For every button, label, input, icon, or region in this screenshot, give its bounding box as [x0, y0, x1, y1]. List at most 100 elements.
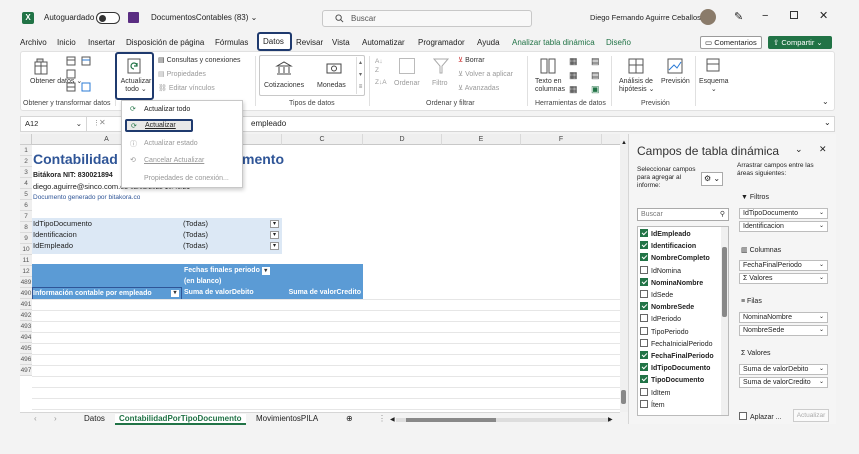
- field-item[interactable]: NombreSede: [640, 302, 694, 314]
- filter-label[interactable]: Identificacion: [33, 229, 77, 240]
- row-header[interactable]: 2: [20, 156, 32, 167]
- close-icon[interactable]: ✕: [819, 9, 828, 22]
- field-checkbox[interactable]: [640, 375, 648, 384]
- pivot-col-value[interactable]: (en blanco): [184, 276, 221, 287]
- field-checkbox[interactable]: [640, 351, 648, 359]
- row-header[interactable]: 1: [20, 145, 32, 156]
- field-item[interactable]: Ítem: [640, 399, 665, 412]
- nit-cell[interactable]: Bitákora NIT: 830021894: [33, 170, 113, 181]
- consolidate-icon[interactable]: ▤: [591, 57, 600, 66]
- column-header-d[interactable]: D: [363, 134, 442, 145]
- field-checkbox[interactable]: [640, 265, 648, 274]
- row-header[interactable]: 3: [20, 167, 32, 178]
- menu-item-revisar[interactable]: Revisar: [296, 38, 323, 47]
- from-range-icon[interactable]: [81, 82, 91, 92]
- field-item[interactable]: IdPeriodo: [640, 314, 681, 326]
- tabs-menu-icon[interactable]: ⋮: [378, 414, 386, 423]
- row-header[interactable]: 494: [20, 332, 32, 343]
- field-checkbox[interactable]: [640, 338, 648, 347]
- stocks-button[interactable]: Cotizaciones: [264, 82, 304, 90]
- search-box[interactable]: Buscar: [322, 10, 532, 27]
- column-header-f[interactable]: F: [521, 134, 602, 145]
- filters-item-1[interactable]: IdTipoDocumento ⌄: [739, 208, 828, 219]
- filters-item-2[interactable]: Identificacion ⌄: [739, 221, 828, 232]
- field-item[interactable]: FechaFinalPeriodo: [640, 351, 714, 363]
- columns-item-2[interactable]: Σ Valores ⌄: [739, 273, 828, 284]
- scroll-up-icon[interactable]: ▲: [620, 140, 628, 146]
- tab-datos[interactable]: Datos: [263, 37, 284, 46]
- vertical-scrollbar[interactable]: ▲: [620, 140, 628, 412]
- row-header[interactable]: 8: [20, 222, 32, 233]
- pen-icon[interactable]: ✎: [734, 10, 743, 23]
- field-checkbox[interactable]: [640, 229, 648, 237]
- field-item[interactable]: IdEmpleado: [640, 229, 691, 241]
- formula-content[interactable]: empleado: [251, 119, 286, 128]
- field-checkbox[interactable]: [640, 326, 648, 335]
- maximize-icon[interactable]: [790, 11, 798, 19]
- avatar[interactable]: [700, 9, 716, 25]
- menu-item-automatizar[interactable]: Automatizar: [362, 38, 405, 47]
- field-checkbox[interactable]: [640, 399, 648, 408]
- menu-item-inicio[interactable]: Inicio: [57, 38, 76, 47]
- menu-item-dise-o[interactable]: Diseño: [606, 38, 631, 47]
- filter-label[interactable]: IdEmpleado: [33, 240, 73, 251]
- row-header[interactable]: 489: [20, 277, 32, 288]
- menu-item-vista[interactable]: Vista: [332, 38, 350, 47]
- field-item[interactable]: FechaInicialPeriodo: [640, 338, 712, 351]
- row-header[interactable]: 497: [20, 365, 32, 376]
- sum-credito-header[interactable]: Suma de valorCredito: [282, 287, 363, 298]
- field-list-scrollbar[interactable]: [721, 227, 728, 415]
- row-header[interactable]: 10: [20, 244, 32, 255]
- field-item[interactable]: NombreCompleto: [640, 253, 710, 265]
- remove-duplicates-icon[interactable]: ▦: [569, 71, 578, 80]
- settings-gear-icon[interactable]: ⚙ ⌄: [701, 172, 723, 186]
- filter-dropdown-icon[interactable]: ▾: [270, 242, 279, 250]
- row-header[interactable]: 493: [20, 321, 32, 332]
- outline-button[interactable]: Esquema ⌄: [699, 78, 729, 94]
- spreadsheet-grid[interactable]: A B C D E F 1234567891011124894904914924…: [20, 134, 620, 412]
- row-header[interactable]: 12: [20, 266, 32, 277]
- filter-value[interactable]: (Todas): [183, 240, 208, 251]
- columns-item-1[interactable]: FechaFinalPeriodo ⌄: [739, 260, 828, 271]
- menu-item-ayuda[interactable]: Ayuda: [477, 38, 500, 47]
- scroll-left-icon[interactable]: ◀: [390, 416, 395, 423]
- column-header-c[interactable]: C: [282, 134, 363, 145]
- row-header[interactable]: 11: [20, 255, 32, 266]
- what-if-button[interactable]: Análisis de hipótesis ⌄: [619, 78, 654, 94]
- row-header[interactable]: 9: [20, 233, 32, 244]
- autosave-toggle[interactable]: [96, 12, 120, 24]
- save-icon[interactable]: [128, 12, 139, 23]
- row-header[interactable]: 491: [20, 299, 32, 310]
- currencies-button[interactable]: Monedas: [317, 82, 346, 90]
- horizontal-scrollbar[interactable]: [396, 418, 611, 422]
- filter-dropdown-icon[interactable]: ▾: [270, 231, 279, 239]
- menu-item-f-rmulas[interactable]: Fórmulas: [215, 38, 248, 47]
- relationships-icon[interactable]: ▤: [591, 71, 600, 80]
- menu-item-analizar-tabla-din-mica[interactable]: Analizar tabla dinámica: [512, 38, 595, 47]
- flash-fill-icon[interactable]: ▦: [569, 57, 578, 66]
- generated-cell[interactable]: Documento generado por bitakora.co: [33, 192, 140, 203]
- field-checkbox[interactable]: [640, 290, 648, 298]
- rows-item-1[interactable]: NominaNombre ⌄: [739, 312, 828, 323]
- field-list-scroll-thumb[interactable]: [722, 247, 727, 317]
- column-header-e[interactable]: E: [442, 134, 521, 145]
- pane-close-icon[interactable]: ✕: [819, 144, 827, 155]
- refresh-all-button[interactable]: Actualizar todo ⌄: [120, 78, 152, 94]
- values-item-2[interactable]: Suma de valorCredito ⌄: [739, 377, 828, 388]
- menu-item-programador[interactable]: Programador: [418, 38, 465, 47]
- field-item[interactable]: IdSede: [640, 290, 673, 302]
- cancel-icon[interactable]: ✕: [99, 118, 106, 127]
- select-all-corner[interactable]: [20, 134, 32, 145]
- field-checkbox[interactable]: [640, 302, 648, 311]
- field-checkbox[interactable]: [640, 387, 648, 396]
- row-header[interactable]: 492: [20, 310, 32, 321]
- row-header[interactable]: 7: [20, 211, 32, 222]
- row-header[interactable]: 496: [20, 354, 32, 365]
- filter-dropdown-icon[interactable]: ▾: [171, 290, 179, 297]
- filter-dropdown-icon[interactable]: ▾: [261, 267, 270, 275]
- table-icon[interactable]: [66, 56, 76, 66]
- sheet-tab-movimientos[interactable]: MovimientosPILA: [256, 414, 318, 423]
- field-item[interactable]: IdTipoDocumento: [640, 363, 710, 375]
- field-checkbox[interactable]: [640, 253, 648, 262]
- field-checkbox[interactable]: [640, 277, 648, 286]
